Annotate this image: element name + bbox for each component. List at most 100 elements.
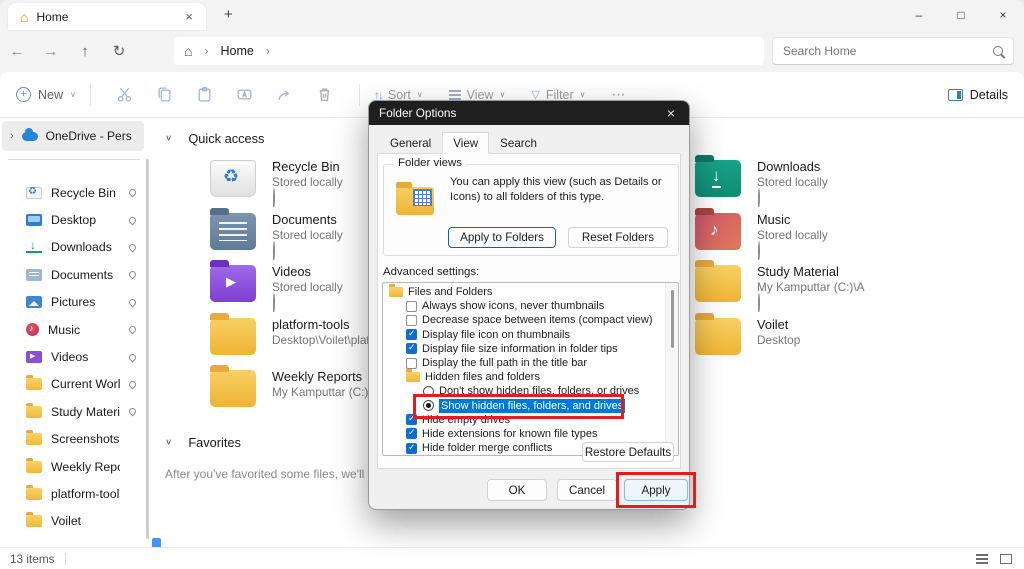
sidebar-item[interactable]: Pictures [0,289,146,316]
file-tile[interactable]: Study Material My Kamputtar (C:)\A [695,264,1005,317]
advanced-setting-row[interactable]: Display the full path in the title bar [385,356,664,370]
setting-state-icon[interactable] [389,287,403,297]
setting-state-icon[interactable] [406,414,417,425]
maximize-button[interactable]: □ [940,0,982,30]
setting-state-icon[interactable] [406,428,417,439]
cut-icon[interactable] [105,86,145,103]
file-tile[interactable]: Voilet Desktop [695,317,1005,370]
setting-state-icon[interactable] [406,343,417,354]
forward-button[interactable]: → [34,43,68,60]
advanced-setting-row[interactable]: Don't show hidden files, folders, or dri… [385,384,664,398]
reset-folders-button[interactable]: Reset Folders [568,227,668,248]
details-view-icon[interactable] [976,554,988,564]
pin-icon [128,243,138,253]
file-tile-icon [695,213,741,250]
sidebar-item-label: platform-tools [51,487,120,501]
quick-access-header[interactable]: ∨ Quick access [165,131,264,146]
up-button[interactable]: ↑ [68,43,102,60]
back-button[interactable]: ← [0,43,34,60]
delete-icon[interactable] [305,86,345,103]
setting-state-icon[interactable] [423,386,434,397]
advanced-setting-row[interactable]: Hidden files and folders [385,370,664,384]
search-icon[interactable] [993,46,1003,56]
tab-close-icon[interactable]: × [180,9,198,24]
sidebar-item[interactable]: Downloads [0,234,146,261]
setting-state-icon[interactable] [406,315,417,326]
pin-icon [758,241,760,260]
favorites-header[interactable]: ∨ Favorites [165,435,241,450]
advanced-setting-row[interactable]: Hide empty drives [385,413,664,427]
rename-icon[interactable] [225,86,265,103]
quick-access-label: Quick access [188,131,264,146]
restore-defaults-button[interactable]: Restore Defaults [582,442,674,462]
chevron-right-icon[interactable]: › [10,130,14,142]
dialog-title-bar[interactable]: Folder Options × [369,101,689,125]
sidebar-item[interactable]: platform-tools [0,480,146,507]
new-tab-button[interactable]: + [224,6,233,23]
new-button-label: New [38,88,63,102]
search-input[interactable] [783,44,993,58]
chevron-down-icon[interactable]: ∨ [165,134,172,143]
advanced-setting-row[interactable]: Show hidden files, folders, and drives [385,399,664,413]
breadcrumb[interactable]: ⌂ › Home › [174,37,764,65]
sidebar-item[interactable]: Music [0,316,146,343]
advanced-setting-row[interactable]: Hide extensions for known file types [385,427,664,441]
share-icon[interactable] [265,86,305,103]
details-pane-button[interactable]: Details [948,88,1008,102]
cancel-button[interactable]: Cancel [557,479,617,501]
breadcrumb-home-icon[interactable]: ⌂ [184,43,192,59]
close-button[interactable]: × [982,0,1024,30]
advanced-setting-row[interactable]: Display file icon on thumbnails [385,328,664,342]
advanced-setting-row[interactable]: Always show icons, never thumbnails [385,299,664,313]
advanced-setting-row[interactable]: Files and Folders [385,285,664,299]
setting-state-icon[interactable] [423,400,434,411]
sidebar-item-icon [26,433,42,445]
new-button[interactable]: + New ∨ [16,87,76,102]
tab-search[interactable]: Search [489,134,548,153]
sidebar-item[interactable]: Screenshots [0,426,146,453]
search-box[interactable] [772,37,1014,65]
ok-button[interactable]: OK [487,479,547,501]
setting-state-icon[interactable] [406,329,417,340]
sidebar-item[interactable]: Desktop [0,206,146,233]
apply-button[interactable]: Apply [624,479,688,501]
sidebar-item-icon [26,351,42,363]
file-tile[interactable]: Downloads Stored locally [695,159,1005,212]
paste-icon[interactable] [185,86,225,103]
pin-icon [273,241,275,260]
setting-state-icon[interactable] [406,358,417,369]
advanced-setting-row[interactable]: Decrease space between items (compact vi… [385,313,664,327]
tab-general[interactable]: General [379,134,442,153]
setting-state-icon[interactable] [406,372,420,382]
status-divider [65,553,66,565]
view-icon [449,90,461,100]
advanced-setting-row[interactable]: Display file size information in folder … [385,342,664,356]
sidebar-item[interactable]: Recycle Bin [0,179,146,206]
list-scrollbar[interactable] [665,283,678,455]
sidebar-item-onedrive[interactable]: › OneDrive - Pers [2,121,144,151]
minimize-button[interactable]: – [898,0,940,30]
sidebar-item[interactable]: Voilet [0,508,146,535]
dialog-close-icon[interactable]: × [663,105,679,121]
apply-to-folders-button[interactable]: Apply to Folders [448,227,556,248]
tab-home[interactable]: ⌂ Home × [8,3,206,30]
sidebar-item[interactable]: Study Materi [0,398,146,425]
setting-label: Display the full path in the title bar [422,357,587,369]
list-scrollbar-thumb[interactable] [671,290,674,348]
breadcrumb-item-home[interactable]: Home [220,44,253,58]
title-bar[interactable]: ⌂ Home × + – □ × [0,0,1024,30]
sidebar-item[interactable]: Videos [0,343,146,370]
chevron-down-icon[interactable]: ∨ [165,438,172,447]
sidebar-item[interactable]: Current Worl [0,371,146,398]
setting-state-icon[interactable] [406,443,417,454]
icons-view-icon[interactable] [1000,554,1012,564]
sidebar-item-label: Current Worl [51,377,120,391]
sidebar-scrollbar[interactable] [146,159,149,539]
sidebar-item[interactable]: Documents [0,261,146,288]
refresh-button[interactable]: ↻ [102,42,136,60]
copy-icon[interactable] [145,86,185,103]
sidebar-item[interactable]: Weekly Reports [0,453,146,480]
tab-view[interactable]: View [442,132,489,154]
setting-state-icon[interactable] [406,301,417,312]
file-tile[interactable]: Music Stored locally [695,212,1005,265]
